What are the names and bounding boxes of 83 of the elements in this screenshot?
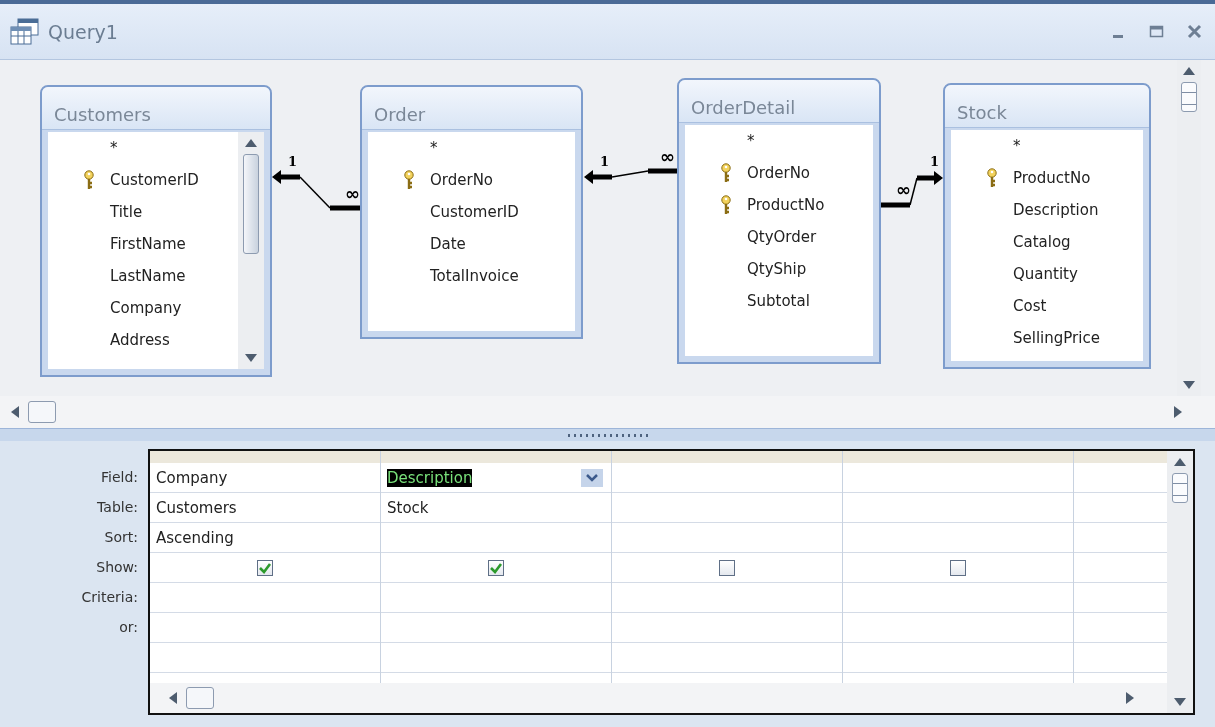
field-name[interactable]: Date <box>430 235 466 253</box>
one-label: 1 <box>288 154 298 169</box>
table-window[interactable]: Stock * ProductNo Description Catalog Quantity Cost SellingPrice <box>943 83 1151 369</box>
table-name: OrderDetail <box>691 97 796 118</box>
table-cell[interactable]: Customers <box>150 493 380 523</box>
field-name[interactable]: Catalog <box>1013 233 1071 251</box>
field-name[interactable]: * <box>430 139 438 157</box>
row-label: Field: <box>100 468 138 487</box>
table-window[interactable]: Customers * CustomerID Title FirstName LastName Company Address <box>40 85 272 377</box>
grip-icon[interactable] <box>567 433 648 437</box>
field-cell[interactable]: Description <box>381 463 611 493</box>
dropdown-button[interactable] <box>581 468 603 487</box>
field-name[interactable]: QtyShip <box>747 260 807 278</box>
sort-cell[interactable]: Ascending <box>150 523 380 553</box>
scroll-thumb[interactable] <box>243 154 259 254</box>
row-label: Table: <box>97 498 138 517</box>
field-name[interactable]: CustomerID <box>110 171 199 189</box>
field-name[interactable]: OrderNo <box>430 171 494 189</box>
field-name[interactable]: Address <box>110 331 170 349</box>
field-name[interactable]: Description <box>1013 201 1099 219</box>
field-name[interactable]: LastName <box>110 267 186 285</box>
scroll-right-icon[interactable] <box>1125 691 1135 705</box>
field-name[interactable]: * <box>110 139 118 157</box>
scrollbar[interactable] <box>150 683 1167 713</box>
scroll-up-icon[interactable] <box>244 138 258 148</box>
field-name[interactable]: * <box>747 132 755 150</box>
field-name[interactable]: CustomerID <box>430 203 519 221</box>
table-cell[interactable]: Stock <box>381 493 611 523</box>
table-window[interactable]: Order * OrderNo CustomerID Date TotalInvoice <box>360 85 583 339</box>
table-name: Stock <box>957 102 1007 123</box>
field-name[interactable]: Cost <box>1013 297 1047 315</box>
scroll-down-icon[interactable] <box>1173 697 1187 707</box>
table-name: Customers <box>54 104 151 125</box>
field-name[interactable]: OrderNo <box>747 164 811 182</box>
scroll-thumb[interactable] <box>186 687 214 709</box>
key-icon <box>986 168 998 188</box>
scroll-up-icon[interactable] <box>1173 457 1187 467</box>
scroll-left-icon[interactable] <box>10 405 20 419</box>
scroll-right-icon[interactable] <box>1173 405 1183 419</box>
field-cell[interactable]: Company <box>150 463 380 493</box>
field-name[interactable]: * <box>1013 137 1021 155</box>
row-label: or: <box>119 618 138 637</box>
row-label: Criteria: <box>81 588 138 607</box>
show-checkbox[interactable] <box>719 559 735 576</box>
scroll-thumb[interactable] <box>1181 82 1197 112</box>
table-window[interactable]: OrderDetail * OrderNo ProductNo QtyOrder QtyShip Subtotal <box>677 78 881 364</box>
one-label: 1 <box>930 154 940 169</box>
field-name[interactable]: QtyOrder <box>747 228 817 246</box>
scroll-down-icon[interactable] <box>1182 380 1196 390</box>
field-name[interactable]: ProductNo <box>747 196 825 214</box>
table-name: Order <box>374 104 426 125</box>
row-label: Sort: <box>104 528 138 547</box>
scrollbar[interactable] <box>238 132 264 369</box>
show-checkbox[interactable] <box>488 559 504 576</box>
field-name[interactable]: TotalInvoice <box>430 267 519 285</box>
scroll-thumb[interactable] <box>28 401 56 423</box>
scroll-left-icon[interactable] <box>168 691 178 705</box>
show-checkbox[interactable] <box>950 559 966 576</box>
query-icon <box>10 17 40 46</box>
row-label: Show: <box>96 558 138 577</box>
join-line <box>881 171 943 208</box>
many-label: ∞ <box>345 183 360 204</box>
one-label: 1 <box>600 154 610 169</box>
field-name[interactable]: Company <box>110 299 182 317</box>
scroll-down-icon[interactable] <box>244 353 258 363</box>
key-icon <box>83 170 95 190</box>
key-icon <box>720 163 732 183</box>
field-name[interactable]: SellingPrice <box>1013 329 1100 347</box>
key-icon <box>720 195 732 215</box>
many-label: ∞ <box>660 146 675 167</box>
window-title: Query1 <box>48 20 118 43</box>
field-name[interactable]: Subtotal <box>747 292 810 310</box>
scrollbar[interactable] <box>0 396 1215 428</box>
field-name[interactable]: ProductNo <box>1013 169 1091 187</box>
scroll-up-icon[interactable] <box>1182 66 1196 76</box>
scrollbar[interactable] <box>1167 451 1193 713</box>
key-icon <box>403 170 415 190</box>
field-name[interactable]: Quantity <box>1013 265 1078 283</box>
field-name[interactable]: Title <box>110 203 143 221</box>
scroll-thumb[interactable] <box>1172 473 1188 503</box>
many-label: ∞ <box>896 179 911 200</box>
show-checkbox[interactable] <box>257 559 273 576</box>
field-name[interactable]: FirstName <box>110 235 186 253</box>
